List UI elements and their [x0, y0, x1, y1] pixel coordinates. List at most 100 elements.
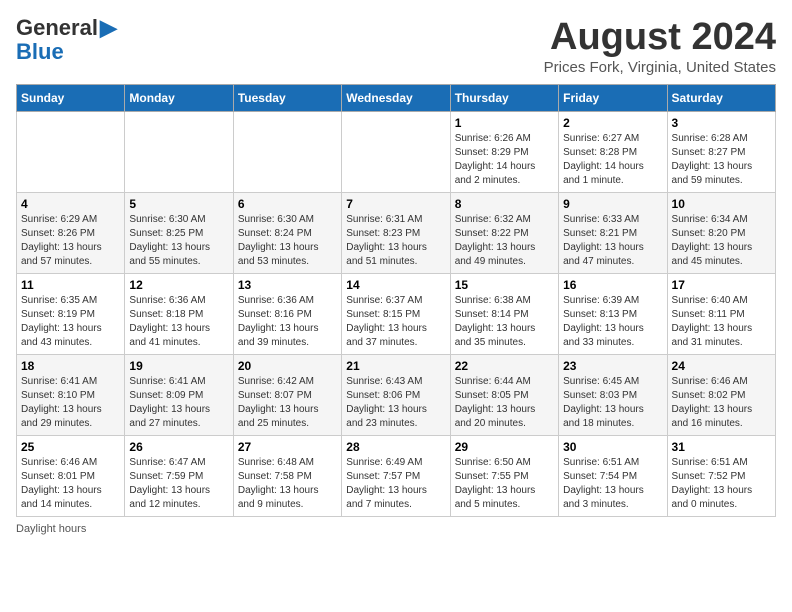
calendar-cell: 20Sunrise: 6:42 AMSunset: 8:07 PMDayligh…	[233, 355, 341, 436]
logo-text: General▶	[16, 16, 117, 40]
day-number: 28	[346, 440, 445, 454]
day-info: Sunrise: 6:33 AMSunset: 8:21 PMDaylight:…	[563, 213, 662, 269]
calendar-cell: 10Sunrise: 6:34 AMSunset: 8:20 PMDayligh…	[667, 193, 775, 274]
day-info: Sunrise: 6:29 AMSunset: 8:26 PMDaylight:…	[21, 213, 120, 269]
calendar-cell: 13 Sunrise: 6:36 AMSunset: 8:16 PMDayligh…	[233, 274, 341, 355]
calendar-cell: 17 Sunrise: 6:40 AMSunset: 8:11 PMDayligh…	[667, 274, 775, 355]
day-info: Sunrise: 6:45 AMSunset: 8:03 PMDaylight:…	[563, 375, 662, 431]
calendar-cell: 15Sunrise: 6:38 AMSunset: 8:14 PMDayligh…	[450, 274, 558, 355]
day-info: Sunrise: 6:47 AMSunset: 7:59 PMDaylight:…	[129, 456, 228, 512]
day-number: 13	[238, 278, 337, 292]
day-number: 24	[672, 359, 771, 373]
day-info: Sunrise: 6:50 AMSunset: 7:55 PMDaylight:…	[455, 456, 554, 512]
calendar-cell: 7 Sunrise: 6:31 AMSunset: 8:23 PMDaylight…	[342, 193, 450, 274]
calendar-cell: 5 Sunrise: 6:30 AMSunset: 8:25 PMDaylight…	[125, 193, 233, 274]
day-info: Sunrise: 6:30 AMSunset: 8:24 PMDaylight:…	[238, 213, 337, 269]
day-info: Sunrise: 6:27 AMSunset: 8:28 PMDaylight:…	[563, 132, 662, 188]
day-info: Sunrise: 6:35 AMSunset: 8:19 PMDaylight:…	[21, 294, 120, 350]
calendar-cell: 31 Sunrise: 6:51 AMSunset: 7:52 PMDayligh…	[667, 436, 775, 517]
day-number: 18	[21, 359, 120, 373]
day-number: 31	[672, 440, 771, 454]
day-info: Sunrise: 6:41 AMSunset: 8:09 PMDaylight:…	[129, 375, 228, 431]
calendar-cell: 2 Sunrise: 6:27 AMSunset: 8:28 PMDaylight…	[559, 112, 667, 193]
day-info: Sunrise: 6:46 AMSunset: 8:02 PMDaylight:…	[672, 375, 771, 431]
day-number: 7	[346, 197, 445, 211]
day-info: Sunrise: 6:36 AMSunset: 8:16 PMDaylight:…	[238, 294, 337, 350]
day-number: 25	[21, 440, 120, 454]
day-info: Sunrise: 6:46 AMSunset: 8:01 PMDaylight:…	[21, 456, 120, 512]
day-info: Sunrise: 6:32 AMSunset: 8:22 PMDaylight:…	[455, 213, 554, 269]
calendar-cell: 26 Sunrise: 6:47 AMSunset: 7:59 PMDayligh…	[125, 436, 233, 517]
day-info: Sunrise: 6:42 AMSunset: 8:07 PMDaylight:…	[238, 375, 337, 431]
day-number: 2	[563, 116, 662, 130]
day-header-thursday: Thursday	[450, 85, 558, 112]
calendar-cell: 1 Sunrise: 6:26 AMSunset: 8:29 PMDaylight…	[450, 112, 558, 193]
day-number: 9	[563, 197, 662, 211]
calendar-cell: 8Sunrise: 6:32 AMSunset: 8:22 PMDaylight…	[450, 193, 558, 274]
day-number: 1	[455, 116, 554, 130]
calendar-cell: 21 Sunrise: 6:43 AMSunset: 8:06 PMDayligh…	[342, 355, 450, 436]
title-section: August 2024 Prices Fork, Virginia, Unite…	[544, 16, 776, 76]
day-info: Sunrise: 6:51 AMSunset: 7:52 PMDaylight:…	[672, 456, 771, 512]
calendar-cell: 4 Sunrise: 6:29 AMSunset: 8:26 PMDaylight…	[17, 193, 125, 274]
day-header-sunday: Sunday	[17, 85, 125, 112]
calendar-cell: 23 Sunrise: 6:45 AMSunset: 8:03 PMDayligh…	[559, 355, 667, 436]
calendar-cell: 6 Sunrise: 6:30 AMSunset: 8:24 PMDaylight…	[233, 193, 341, 274]
day-info: Sunrise: 6:28 AMSunset: 8:27 PMDaylight:…	[672, 132, 771, 188]
day-info: Sunrise: 6:41 AMSunset: 8:10 PMDaylight:…	[21, 375, 120, 431]
calendar-cell: 29Sunrise: 6:50 AMSunset: 7:55 PMDayligh…	[450, 436, 558, 517]
calendar-cell: 19 Sunrise: 6:41 AMSunset: 8:09 PMDayligh…	[125, 355, 233, 436]
day-header-monday: Monday	[125, 85, 233, 112]
day-info: Sunrise: 6:51 AMSunset: 7:54 PMDaylight:…	[563, 456, 662, 512]
calendar-cell	[233, 112, 341, 193]
day-info: Sunrise: 6:37 AMSunset: 8:15 PMDaylight:…	[346, 294, 445, 350]
calendar-cell: 25 Sunrise: 6:46 AMSunset: 8:01 PMDayligh…	[17, 436, 125, 517]
day-info: Sunrise: 6:31 AMSunset: 8:23 PMDaylight:…	[346, 213, 445, 269]
day-number: 23	[563, 359, 662, 373]
day-info: Sunrise: 6:44 AMSunset: 8:05 PMDaylight:…	[455, 375, 554, 431]
day-number: 16	[563, 278, 662, 292]
day-number: 17	[672, 278, 771, 292]
day-header-saturday: Saturday	[667, 85, 775, 112]
calendar-cell: 16 Sunrise: 6:39 AMSunset: 8:13 PMDayligh…	[559, 274, 667, 355]
day-info: Sunrise: 6:30 AMSunset: 8:25 PMDaylight:…	[129, 213, 228, 269]
day-number: 22	[455, 359, 554, 373]
calendar-cell: 24 Sunrise: 6:46 AMSunset: 8:02 PMDayligh…	[667, 355, 775, 436]
day-header-wednesday: Wednesday	[342, 85, 450, 112]
day-number: 4	[21, 197, 120, 211]
day-number: 19	[129, 359, 228, 373]
day-info: Sunrise: 6:26 AMSunset: 8:29 PMDaylight:…	[455, 132, 554, 188]
day-info: Sunrise: 6:49 AMSunset: 7:57 PMDaylight:…	[346, 456, 445, 512]
calendar-cell: 3 Sunrise: 6:28 AMSunset: 8:27 PMDaylight…	[667, 112, 775, 193]
calendar-cell: 22 Sunrise: 6:44 AMSunset: 8:05 PMDayligh…	[450, 355, 558, 436]
calendar-cell	[125, 112, 233, 193]
calendar-cell: 9 Sunrise: 6:33 AMSunset: 8:21 PMDaylight…	[559, 193, 667, 274]
day-info: Sunrise: 6:39 AMSunset: 8:13 PMDaylight:…	[563, 294, 662, 350]
month-title: August 2024	[544, 16, 776, 59]
logo-blue: Blue	[16, 39, 64, 64]
day-number: 3	[672, 116, 771, 130]
day-info: Sunrise: 6:48 AMSunset: 7:58 PMDaylight:…	[238, 456, 337, 512]
header: General▶ Blue August 2024 Prices Fork, V…	[16, 16, 776, 76]
calendar-cell: 30 Sunrise: 6:51 AMSunset: 7:54 PMDayligh…	[559, 436, 667, 517]
calendar: SundayMondayTuesdayWednesdayThursdayFrid…	[16, 84, 776, 517]
location-title: Prices Fork, Virginia, United States	[544, 59, 776, 76]
calendar-cell: 18 Sunrise: 6:41 AMSunset: 8:10 PMDayligh…	[17, 355, 125, 436]
day-number: 15	[455, 278, 554, 292]
day-info: Sunrise: 6:43 AMSunset: 8:06 PMDaylight:…	[346, 375, 445, 431]
day-header-friday: Friday	[559, 85, 667, 112]
day-header-tuesday: Tuesday	[233, 85, 341, 112]
day-info: Sunrise: 6:40 AMSunset: 8:11 PMDaylight:…	[672, 294, 771, 350]
day-number: 21	[346, 359, 445, 373]
calendar-cell: 14Sunrise: 6:37 AMSunset: 8:15 PMDayligh…	[342, 274, 450, 355]
calendar-cell: 12Sunrise: 6:36 AMSunset: 8:18 PMDayligh…	[125, 274, 233, 355]
logo: General▶ Blue	[16, 16, 117, 64]
footer-note: Daylight hours	[16, 523, 776, 535]
day-number: 26	[129, 440, 228, 454]
day-number: 5	[129, 197, 228, 211]
calendar-cell: 28 Sunrise: 6:49 AMSunset: 7:57 PMDayligh…	[342, 436, 450, 517]
day-number: 6	[238, 197, 337, 211]
calendar-cell: 27Sunrise: 6:48 AMSunset: 7:58 PMDayligh…	[233, 436, 341, 517]
day-number: 11	[21, 278, 120, 292]
day-number: 30	[563, 440, 662, 454]
